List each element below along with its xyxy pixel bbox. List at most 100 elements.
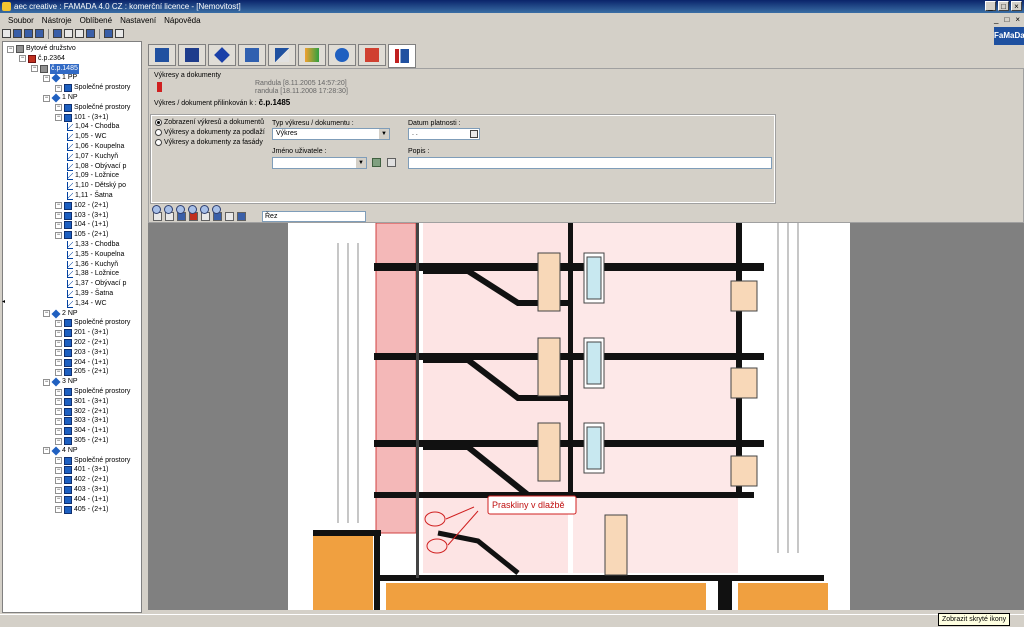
tree-item[interactable]: − Společné prostory xyxy=(55,83,130,93)
collapse-arrow-icon[interactable]: ◂ xyxy=(2,298,5,305)
mdi-minimize-button[interactable]: _ xyxy=(994,15,998,24)
calendar-icon[interactable] xyxy=(470,130,478,138)
tree-item[interactable]: 1,39 - Šatna xyxy=(67,289,113,299)
zoom-in-icon[interactable] xyxy=(188,204,197,214)
network-icon[interactable] xyxy=(115,29,124,38)
search-icon[interactable] xyxy=(75,29,84,38)
splitter[interactable] xyxy=(143,41,147,613)
tab-chart[interactable] xyxy=(328,44,356,66)
tree-item[interactable]: − 203 - (3+1) xyxy=(55,348,108,358)
tree-item[interactable]: − 404 - (1+1) xyxy=(55,495,108,505)
tree-item[interactable]: − 204 - (1+1) xyxy=(55,358,108,368)
expand-toggle-icon[interactable]: − xyxy=(55,427,62,435)
tree-item[interactable]: − 302 - (2+1) xyxy=(55,407,108,417)
expand-toggle-icon[interactable]: − xyxy=(55,359,62,367)
expand-toggle-icon[interactable]: − xyxy=(55,466,62,474)
expand-toggle-icon[interactable]: − xyxy=(43,310,50,318)
expand-toggle-icon[interactable]: − xyxy=(31,65,38,73)
tree-item[interactable]: − 105 - (2+1) xyxy=(55,230,108,240)
drawing-name-input[interactable]: Řez xyxy=(262,211,366,222)
mdi-restore-button[interactable]: □ xyxy=(1004,15,1009,24)
close-button[interactable]: × xyxy=(1011,1,1022,11)
expand-toggle-icon[interactable]: − xyxy=(55,408,62,416)
expand-toggle-icon[interactable]: − xyxy=(55,104,62,112)
tree-item[interactable]: − 205 - (2+1) xyxy=(55,367,108,377)
radio-all[interactable]: Zobrazení výkresů a dokumentů xyxy=(155,119,264,126)
tab-grid[interactable] xyxy=(178,44,206,66)
radio-dot[interactable] xyxy=(155,129,162,136)
expand-toggle-icon[interactable]: − xyxy=(55,202,62,210)
expand-toggle-icon[interactable]: − xyxy=(7,45,14,53)
tree-item[interactable]: − 101 - (3+1) xyxy=(55,113,108,123)
expand-toggle-icon[interactable]: − xyxy=(43,378,50,386)
drawing-link-icon[interactable] xyxy=(157,82,169,92)
save-all-icon[interactable] xyxy=(35,29,44,38)
expand-toggle-icon[interactable]: − xyxy=(55,349,62,357)
user-select[interactable]: ▼ xyxy=(272,157,367,169)
expand-toggle-icon[interactable]: − xyxy=(43,74,50,82)
expand-toggle-icon[interactable]: − xyxy=(55,457,62,465)
tab-cube[interactable] xyxy=(208,44,236,66)
type-select[interactable]: Výkres ▼ xyxy=(272,128,390,140)
menu-nastaveni[interactable]: Nastavení xyxy=(120,16,156,25)
menu-nastroje[interactable]: Nástroje xyxy=(42,16,72,25)
tree-item[interactable]: 1,05 - WC xyxy=(67,132,107,142)
tree-item[interactable]: − 401 - (3+1) xyxy=(55,465,108,475)
expand-toggle-icon[interactable]: − xyxy=(55,398,62,406)
tree-item[interactable]: 1,07 - Kuchyň xyxy=(67,152,118,162)
tree-item[interactable]: − 201 - (3+1) xyxy=(55,328,108,338)
expand-toggle-icon[interactable]: − xyxy=(55,388,62,396)
crack-annotation[interactable]: Praskliny v dlažbě xyxy=(492,500,565,510)
zoom-window-icon[interactable] xyxy=(164,204,173,214)
tree-item[interactable]: − 104 - (1+1) xyxy=(55,220,108,230)
expand-toggle-icon[interactable]: − xyxy=(55,319,62,327)
select-tool-icon[interactable] xyxy=(152,204,161,214)
minimize-button[interactable]: _ xyxy=(985,1,996,11)
tree-item[interactable]: − 402 - (2+1) xyxy=(55,475,108,485)
tree-item[interactable]: − 304 - (1+1) xyxy=(55,426,108,436)
tree-item[interactable]: − 1 NP xyxy=(43,93,78,103)
drawing-viewer[interactable]: Praskliny v dlažbě xyxy=(148,223,1024,610)
radio-floors[interactable]: Výkresy a dokumenty za podlaží xyxy=(155,129,265,136)
preview-icon[interactable] xyxy=(64,29,73,38)
tab-info[interactable] xyxy=(148,44,176,66)
radio-dot[interactable] xyxy=(155,139,162,146)
tree-item[interactable]: 1,37 - Obývací p xyxy=(67,279,126,289)
tree-item[interactable]: − 2 NP xyxy=(43,309,78,319)
tree-item[interactable]: 1,10 - Dětský po xyxy=(67,181,126,191)
tree-item[interactable]: 1,35 - Koupelna xyxy=(67,250,124,260)
menu-oblibene[interactable]: Oblíbené xyxy=(80,16,112,25)
tree-item[interactable]: − Společné prostory xyxy=(55,318,130,328)
tab-document[interactable] xyxy=(238,44,266,66)
tree-item[interactable]: 1,11 - Šatna xyxy=(67,191,113,201)
tree-item[interactable]: 1,04 - Chodba xyxy=(67,122,119,132)
property-tree[interactable]: − Bytové družstvo − č.p.2364− č.p.1485−1 PP −… xyxy=(2,41,142,613)
users-list-icon[interactable] xyxy=(372,158,381,167)
tree-item[interactable]: − 303 - (3+1) xyxy=(55,416,108,426)
tree-item[interactable]: 1,09 - Ložnice xyxy=(67,171,119,181)
expand-toggle-icon[interactable]: − xyxy=(55,339,62,347)
app-icon[interactable] xyxy=(2,2,11,11)
zoom-out-icon[interactable] xyxy=(200,204,209,214)
zoom-fit-icon[interactable] xyxy=(176,204,185,214)
tree-item[interactable]: − Společné prostory xyxy=(55,456,130,466)
expand-toggle-icon[interactable]: − xyxy=(55,506,62,514)
tree-item[interactable]: − 1 PP xyxy=(43,73,77,83)
tree-item[interactable]: 1,08 - Obývací p xyxy=(67,162,126,172)
tree-item[interactable]: 1,34 - WC xyxy=(67,299,107,309)
expand-toggle-icon[interactable]: − xyxy=(55,329,62,337)
radio-facades[interactable]: Výkresy a dokumenty za fasády xyxy=(155,139,263,146)
expand-toggle-icon[interactable]: − xyxy=(19,55,26,63)
tree-item[interactable]: − 3 NP xyxy=(43,377,78,387)
tree-item[interactable]: − 301 - (3+1) xyxy=(55,397,108,407)
tab-facade[interactable] xyxy=(298,44,326,66)
tree-item[interactable]: 1,33 - Chodba xyxy=(67,240,119,250)
expand-toggle-icon[interactable]: − xyxy=(55,417,62,425)
chevron-down-icon[interactable]: ▼ xyxy=(356,158,366,168)
expand-toggle-icon[interactable]: − xyxy=(55,114,62,122)
expand-toggle-icon[interactable]: − xyxy=(55,221,62,229)
chevron-down-icon[interactable]: ▼ xyxy=(379,129,389,139)
tree-item[interactable]: − 103 - (3+1) xyxy=(55,211,108,221)
print-icon[interactable] xyxy=(53,29,62,38)
expand-toggle-icon[interactable]: − xyxy=(55,84,62,92)
